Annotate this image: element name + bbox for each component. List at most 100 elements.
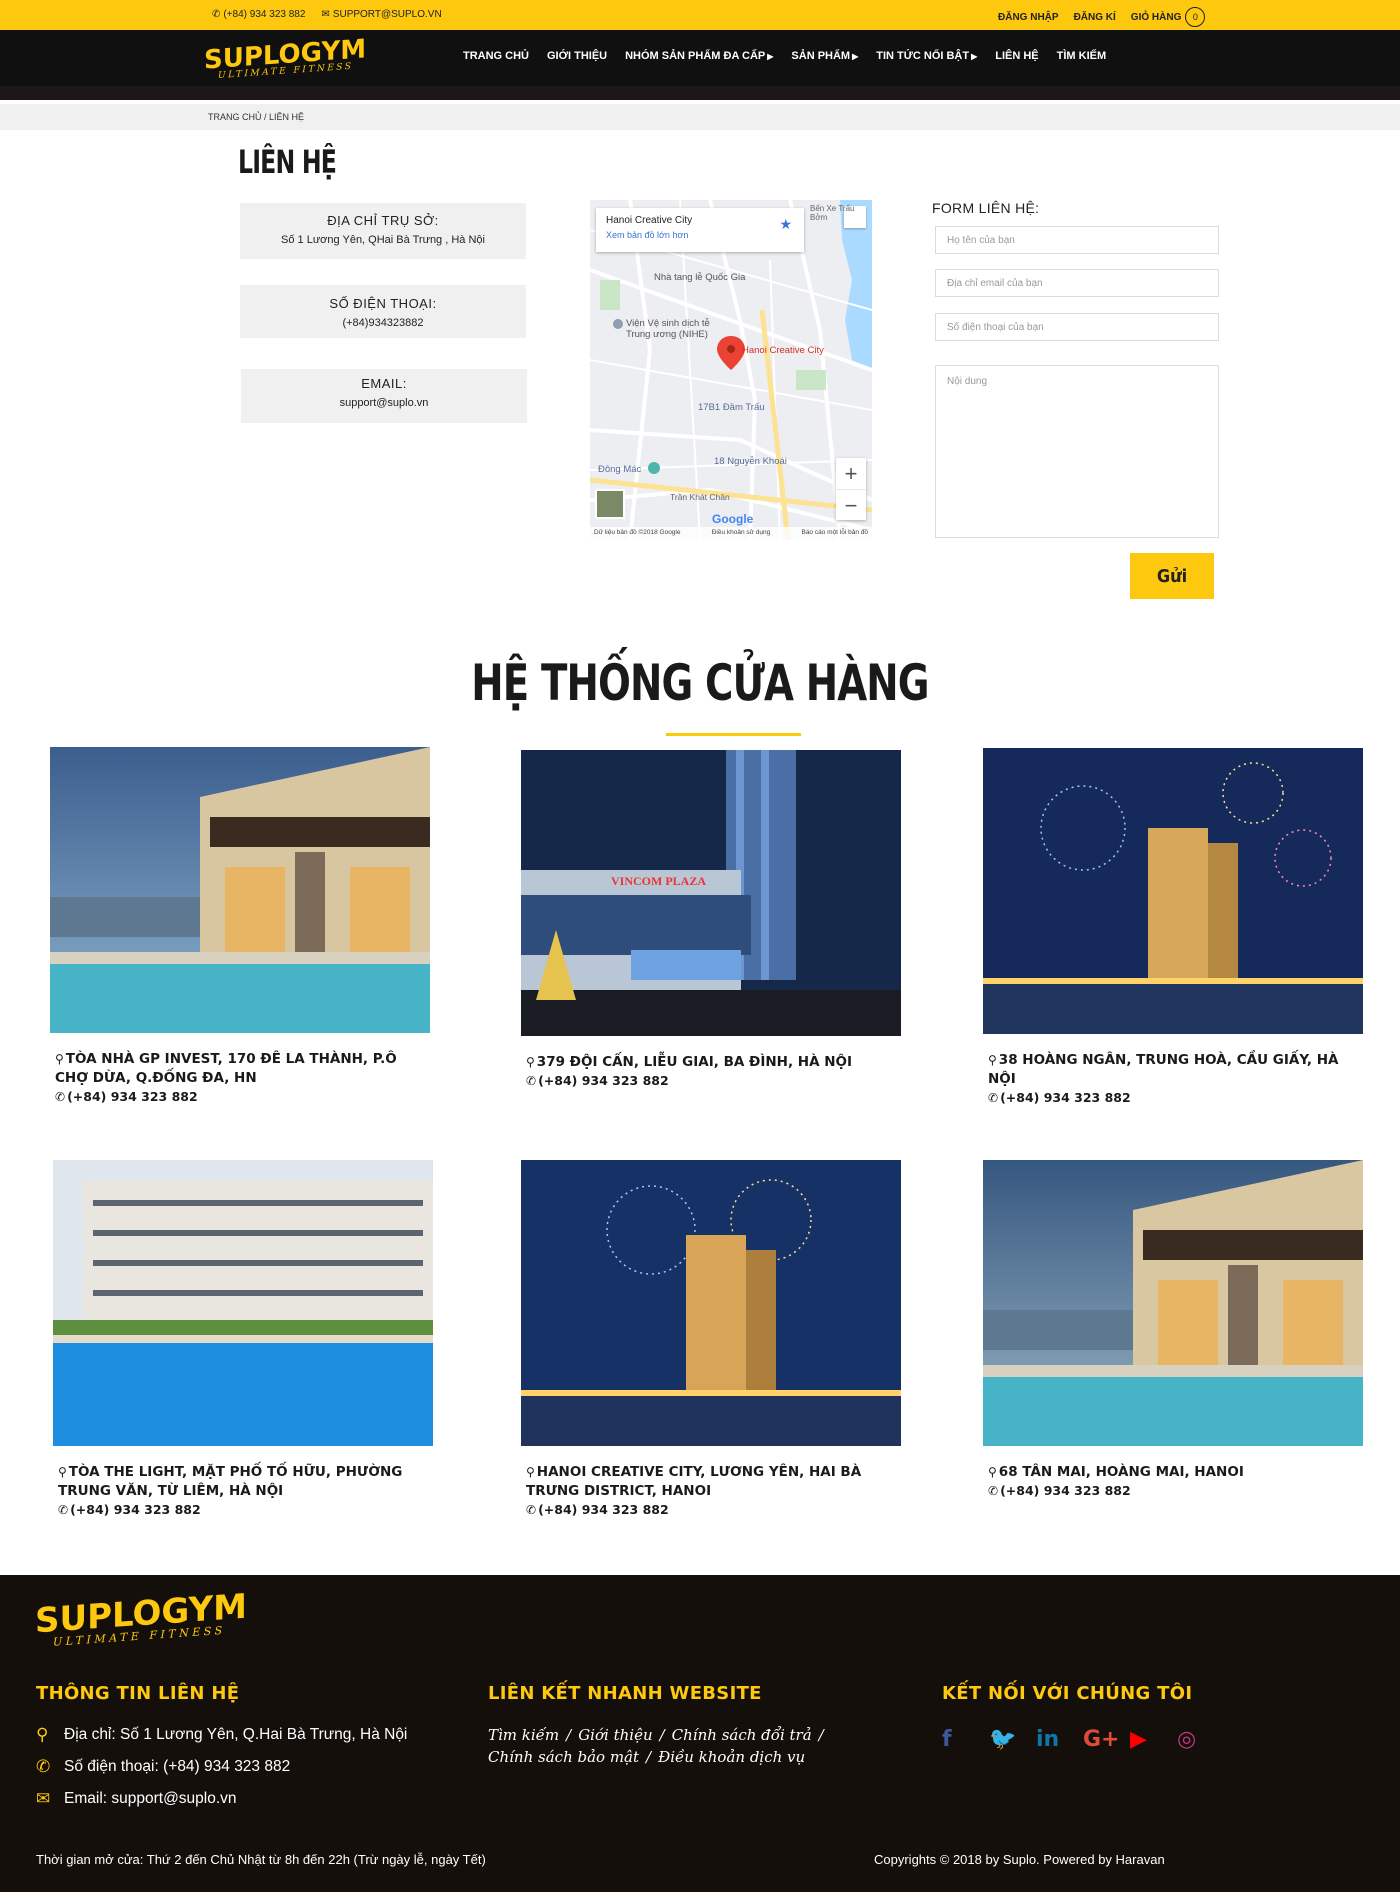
site-logo[interactable]: SUPLOGYM ULTIMATE FITNESS [204,34,366,84]
zoom-in-button[interactable]: + [836,458,866,489]
phone-icon: ✆ [526,1074,537,1088]
main-navbar: SUPLOGYM ULTIMATE FITNESS TRANG CHỦ GIỚI… [0,30,1400,100]
footer-contact-title: THÔNG TIN LIÊN HỆ [36,1683,240,1704]
nav-item-news-label: TIN TỨC NỔI BẬT [876,50,970,62]
store-photo-villa[interactable] [50,747,430,1033]
youtube-icon[interactable]: ▶ [1130,1725,1177,1753]
nav-item-news[interactable]: TIN TỨC NỔI BẬT ▶ [876,50,977,62]
caret-right-icon: ▶ [852,52,859,61]
nav-item-about[interactable]: GIỚI THIỆU [547,50,607,62]
store-phone[interactable]: ✆ (+84) 934 323 882 [55,1088,430,1106]
nav-item-product-groups-label: NHÓM SẢN PHẨM ĐA CẤP [625,50,766,62]
store-address-text: TÒA NHÀ GP INVEST, 170 ĐÊ LA THÀNH, P.Ô … [55,1051,397,1086]
store-address-text: 38 HOÀNG NGÂN, TRUNG HOÀ, CẦU GIẤY, HÀ N… [988,1052,1339,1087]
register-link[interactable]: ĐĂNG KÍ [1074,12,1116,23]
store-phone[interactable]: ✆ (+84) 934 323 882 [988,1089,1363,1107]
store-card[interactable]: ⚲ TÒA NHÀ GP INVEST, 170 ĐÊ LA THÀNH, P.Ô… [50,747,430,1106]
address-box: ĐỊA CHỈ TRỤ SỞ: Số 1 Lương Yên, QHai Bà … [240,203,526,259]
phone-icon: ✆ [36,1757,51,1776]
stores-section-title: HỆ THỐNG CỬA HÀNG [471,654,929,712]
store-photo-tower[interactable] [983,748,1363,1034]
map-report-link[interactable]: Báo cáo một lỗi bản đồ [801,529,868,538]
store-photo-villa-2[interactable] [983,1160,1363,1446]
topbar-phone[interactable]: ✆ (+84) 934 323 882 [212,9,305,20]
message-textarea[interactable]: Nội dung [935,365,1219,538]
store-card[interactable]: ⚲ 68 TÂN MAI, HOÀNG MAI, HANOI ✆ (+84) 934… [983,1160,1363,1500]
phone-label: SỐ ĐIỆN THOẠI: [329,296,437,311]
footer-email[interactable]: ✉ Email: support@suplo.vn [36,1789,237,1809]
store-card[interactable]: VINCOM PLAZA ⚲ 379 ĐỘI CẤN, LIỄU GIAI, BA… [521,750,901,1090]
phone-icon: ✆ [526,1503,537,1517]
instagram-icon[interactable]: ◎ [1177,1725,1224,1753]
address-value: Số 1 Lương Yên, QHai Bà Trưng , Hà Nội [281,234,485,246]
map-label-institute: Viện Vệ sinh dịch tễ Trung ương (NIHE) [626,318,710,340]
main-menu: TRANG CHỦ GIỚI THIỆU NHÓM SẢN PHẨM ĐA CẤ… [463,50,1106,62]
map-marker-icon: ⚲ [526,1055,535,1069]
footer-social-title: KẾT NỐI VỚI CHÚNG TÔI [942,1683,1193,1704]
store-card[interactable]: ⚲ HANOI CREATIVE CITY, LƯƠNG YÊN, HAI BÀ … [521,1160,901,1519]
submit-button[interactable]: Gửi [1130,553,1214,599]
name-input[interactable]: Họ tên của bạn [935,226,1219,254]
phone-icon: ✆ [988,1484,999,1498]
topbar-email[interactable]: ✉ SUPPORT@SUPLO.VN [321,9,441,20]
map-terms-link[interactable]: Điều khoản sử dụng [712,529,771,538]
store-card[interactable]: ⚲ TÒA THE LIGHT, MẶT PHỐ TỐ HỮU, PHƯỜNG T… [53,1160,433,1519]
cart-link[interactable]: GIỎ HÀNG 0 [1131,7,1206,27]
store-card[interactable]: ⚲ 38 HOÀNG NGÂN, TRUNG HOÀ, CẦU GIẤY, HÀ … [983,748,1363,1107]
footer-links: Tìm kiếm / Giới thiệu / Chính sách đổi trả / … [488,1724,868,1768]
store-photo-creative-city[interactable] [521,1160,901,1446]
store-phone[interactable]: ✆ (+84) 934 323 882 [58,1501,433,1519]
google-plus-icon[interactable]: G+ [1083,1725,1130,1753]
map-zoom-control: + − [836,458,866,520]
store-address: ⚲ TÒA NHÀ GP INVEST, 170 ĐÊ LA THÀNH, P.Ô… [55,1050,425,1088]
zoom-out-button[interactable]: − [836,489,866,520]
footer-email-text: Email: support@suplo.vn [64,1790,237,1807]
store-photo-vincom[interactable]: VINCOM PLAZA [521,750,901,1036]
location-map[interactable]: Hanoi Creative City Xem bản đồ lớn hơn ★… [590,200,872,540]
footer-logo[interactable]: SUPLOGYM ULTIMATE FITNESS [35,1587,247,1649]
map-larger-link[interactable]: Xem bản đồ lớn hơn [606,230,794,240]
email-input[interactable]: Địa chỉ email của bạn [935,269,1219,297]
store-photo-hotel[interactable] [53,1160,433,1446]
phone-icon: ✆ [58,1503,69,1517]
store-phone[interactable]: ✆ (+84) 934 323 882 [988,1482,1363,1500]
map-marker-icon: ⚲ [988,1465,997,1479]
nav-item-home[interactable]: TRANG CHỦ [463,50,529,62]
form-title: FORM LIÊN HỆ: [932,200,1040,216]
nav-item-search[interactable]: TÌM KIẾM [1057,50,1107,62]
footer-phone[interactable]: ✆ Số điện thoại: (+84) 934 323 882 [36,1757,290,1777]
store-address-text: 379 ĐỘI CẤN, LIỄU GIAI, BA ĐÌNH, HÀ NỘI [536,1054,853,1070]
star-icon[interactable]: ★ [779,216,792,233]
store-phone[interactable]: ✆ (+84) 934 323 882 [526,1072,901,1090]
nav-item-products-label: SẢN PHẨM [791,50,851,62]
copyright: Copyrights © 2018 by Suplo. Powered by H… [874,1852,1165,1867]
breadcrumb[interactable]: TRANG CHỦ / LIÊN HỆ [208,112,304,122]
phone-box: SỐ ĐIỆN THOẠI: (+84)934323882 [240,285,526,338]
phone-input[interactable]: Số điện thoại của bạn [935,313,1219,341]
nav-item-products[interactable]: SẢN PHẨM ▶ [791,50,858,62]
map-label-17b1: 17B1 Đầm Trấu [698,402,765,413]
store-address-text: 68 TÂN MAI, HOÀNG MAI, HANOI [998,1464,1244,1480]
facebook-icon[interactable]: f [942,1725,989,1753]
footer-links-title: LIÊN KẾT NHANH WEBSITE [488,1683,762,1704]
envelope-icon: ✉ [321,9,330,20]
linkedin-icon[interactable]: in [1036,1725,1083,1753]
caret-right-icon: ▶ [767,52,774,61]
login-link[interactable]: ĐĂNG NHẬP [998,12,1059,23]
footer-link-privacy[interactable]: Chính sách bảo mật [488,1748,639,1766]
email-value[interactable]: support@suplo.vn [241,397,527,409]
store-phone[interactable]: ✆ (+84) 934 323 882 [526,1501,901,1519]
footer-link-terms[interactable]: Điều khoản dịch vụ [658,1748,805,1766]
nav-item-contact[interactable]: LIÊN HỆ [995,50,1038,62]
store-address: ⚲ 38 HOÀNG NGÂN, TRUNG HOÀ, CẦU GIẤY, HÀ … [988,1051,1358,1089]
topbar-phone-text: (+84) 934 323 882 [223,9,306,20]
map-marker-icon: ⚲ [58,1465,67,1479]
twitter-icon[interactable]: 🐦 [989,1725,1036,1753]
nav-item-product-groups[interactable]: NHÓM SẢN PHẨM ĐA CẤP ▶ [625,50,773,62]
footer-link-returns[interactable]: Chính sách đổi trả [672,1726,812,1744]
footer-link-search[interactable]: Tìm kiếm [488,1726,559,1744]
store-phone-text: (+84) 934 323 882 [1000,1483,1131,1498]
link-separator: / [818,1726,824,1744]
envelope-icon: ✉ [36,1789,51,1808]
footer-link-about[interactable]: Giới thiệu [578,1726,652,1744]
